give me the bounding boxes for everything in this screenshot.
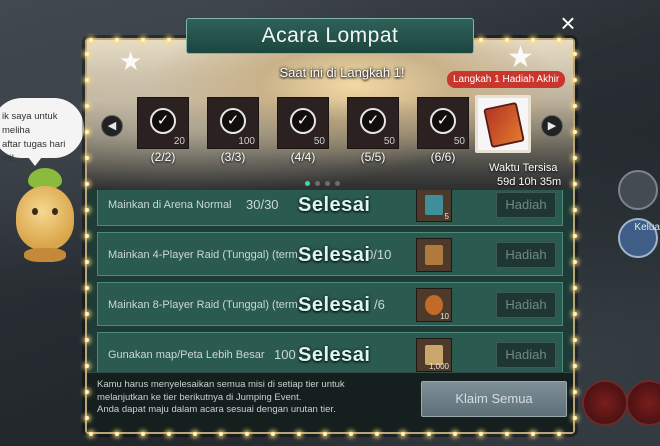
light-bulb-icon [85, 312, 89, 316]
mission-text: Gunakan map/Peta Lebih Besar [108, 349, 265, 361]
check-icon: ✓ [290, 108, 316, 134]
mission-progress: 30/30 [246, 197, 279, 212]
check-icon: ✓ [150, 108, 176, 134]
mission-complete-label: Selesai [298, 344, 371, 366]
reward-button[interactable]: Hadiah [496, 292, 556, 318]
check-icon: ✓ [430, 108, 456, 134]
star-decoration-icon: ★ [119, 46, 143, 76]
time-remaining-label: Waktu Tersisa [489, 162, 558, 174]
event-title: Acara Lompat [186, 18, 474, 54]
check-icon: ✓ [360, 108, 386, 134]
light-bulb-icon [85, 208, 89, 212]
mission-text: Mainkan 4-Player Raid (Tunggal) (term [108, 249, 298, 261]
mission-row: Mainkan 4-Player Raid (Tunggal) (term 0/… [97, 232, 563, 276]
tier-reward-count: 100 [238, 136, 255, 147]
item-quantity: 1,000 [428, 362, 449, 371]
page-dot[interactable] [335, 181, 340, 186]
page-dot-active[interactable] [305, 181, 310, 186]
page-dot[interactable] [315, 181, 320, 186]
light-bulb-icon [85, 286, 89, 290]
rules-line: Anda dapat maju dalam acara sesuai denga… [97, 404, 336, 415]
final-reward-card[interactable] [475, 95, 531, 153]
tier-reward-count: 20 [173, 136, 185, 147]
item-quantity: 10 [440, 312, 449, 321]
mission-row: Mainkan 8-Player Raid (Tunggal) (term /6… [97, 282, 563, 326]
item-icon [425, 195, 443, 215]
final-reward-tag: Langkah 1 Hadiah Akhir [447, 71, 566, 88]
reward-button[interactable]: Hadiah [496, 192, 556, 218]
event-footer: Kamu harus menyelesaikan semua misi di s… [87, 372, 573, 432]
mission-progress: 100 [274, 347, 296, 362]
reward-card-icon [483, 101, 525, 149]
mission-reward-item[interactable]: 5 [416, 190, 452, 222]
speech-line-1: ik saya untuk meliha [2, 111, 58, 136]
hud-button-upper[interactable] [618, 170, 658, 210]
mission-row: Gunakan map/Peta Lebih Besar 100 Selesai… [97, 332, 563, 372]
mission-complete-label: Selesai [298, 244, 371, 266]
speech-line-2: aftar tugas hari ini! [2, 139, 66, 164]
next-arrow-icon[interactable]: ▶ [541, 115, 563, 137]
page-indicator [305, 181, 340, 186]
event-banner: ★ ★ Saat ini di Langkah 1! ◀ ▶ ✓ 20 (2/2… [87, 40, 573, 190]
tier-reward-count: 50 [453, 136, 465, 147]
tier-reward-count: 50 [313, 136, 325, 147]
prev-arrow-icon[interactable]: ◀ [101, 115, 123, 137]
claim-all-button[interactable]: Klaim Semua [421, 381, 567, 417]
tier-progress-label: (5/5) [360, 150, 386, 164]
light-bulb-icon [85, 338, 89, 342]
light-bulb-icon [85, 260, 89, 264]
tier-4-reward[interactable]: ✓ 50 [347, 97, 399, 149]
npc-eye [32, 208, 38, 215]
mission-reward-item[interactable]: 1,000 [416, 338, 452, 372]
tier-1-reward[interactable]: ✓ 20 [137, 97, 189, 149]
mission-complete-label: Selesai [298, 294, 371, 316]
mission-reward-item[interactable] [416, 238, 452, 272]
mission-list[interactable]: Mainkan di Arena Normal 30/30 Selesai 5 … [97, 190, 563, 372]
current-step-text: Saat ini di Langkah 1! [279, 65, 405, 80]
tier-5-reward[interactable]: ✓ 50 [417, 97, 469, 149]
event-rules-note: Kamu harus menyelesaikan semua misi di s… [97, 379, 397, 417]
npc-eye [52, 208, 58, 215]
rules-line: melanjutkan ke tier berikutnya di Jumpin… [97, 391, 302, 403]
tier-progress-label: (2/2) [150, 150, 176, 164]
npc-sprout-character[interactable] [10, 168, 80, 268]
hud-skill-button[interactable] [582, 380, 628, 426]
reward-button[interactable]: Hadiah [496, 342, 556, 368]
page-dot[interactable] [325, 181, 330, 186]
mission-text: Mainkan 8-Player Raid (Tunggal) (term [108, 299, 298, 311]
jumping-event-dialog: ★ ★ Saat ini di Langkah 1! ◀ ▶ ✓ 20 (2/2… [85, 38, 577, 436]
close-icon[interactable]: × [556, 10, 580, 36]
mission-reward-item[interactable]: 10 [416, 288, 452, 322]
rules-line: Kamu harus menyelesaikan semua misi di s… [97, 379, 345, 390]
mission-text: Mainkan di Arena Normal [108, 199, 232, 211]
tier-2-reward[interactable]: ✓ 100 [207, 97, 259, 149]
mission-progress: /6 [374, 297, 385, 312]
tier-progress-label: (4/4) [290, 150, 316, 164]
tier-reward-count: 50 [383, 136, 395, 147]
npc-body [16, 186, 74, 250]
check-icon: ✓ [220, 108, 246, 134]
tier-progress-label: (3/3) [220, 150, 246, 164]
tier-progress-label: (6/6) [430, 150, 456, 164]
tier-3-reward[interactable]: ✓ 50 [277, 97, 329, 149]
time-remaining-value: 59d 10h 35m [497, 176, 562, 188]
reward-button[interactable]: Hadiah [496, 242, 556, 268]
light-bulb-icon [85, 364, 89, 368]
light-bulb-icon [85, 234, 89, 238]
star-decoration-icon: ★ [507, 41, 534, 74]
item-icon [425, 245, 443, 265]
npc-speech-bubble[interactable]: ik saya untuk meliha aftar tugas hari in… [0, 98, 84, 166]
hud-exit-label: Kelua [634, 222, 660, 233]
item-quantity: 5 [444, 212, 449, 221]
npc-feet [24, 248, 66, 262]
mission-complete-label: Selesai [298, 194, 371, 216]
mission-row: Mainkan di Arena Normal 30/30 Selesai 5 … [97, 190, 563, 226]
